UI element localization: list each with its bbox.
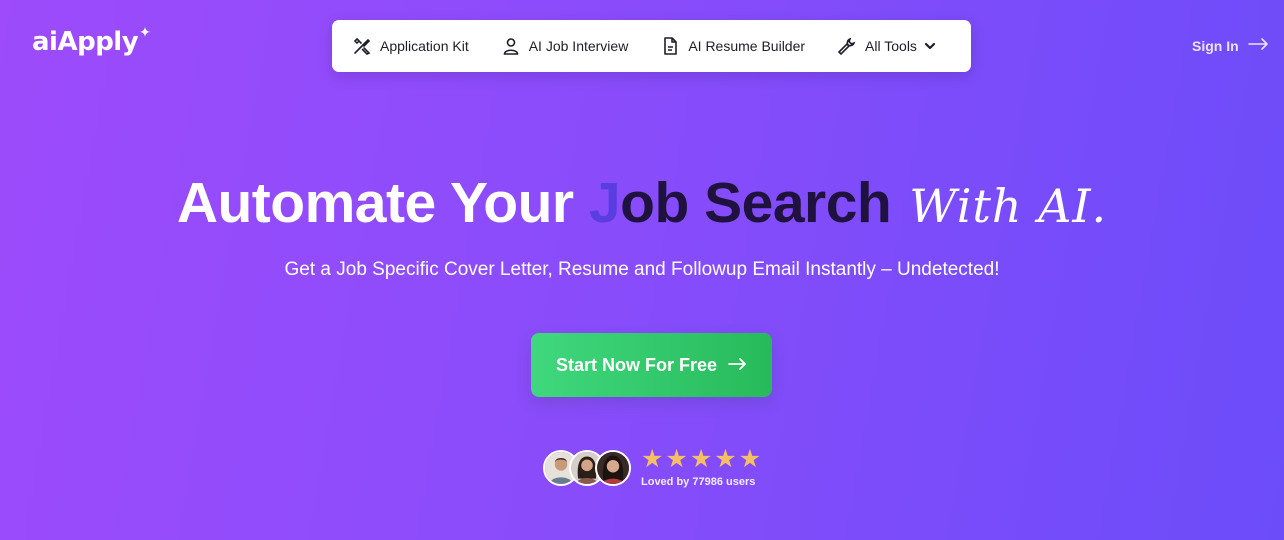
star-icon: ★ [689, 444, 713, 473]
sign-in-link[interactable]: Sign In [1192, 37, 1269, 54]
star-icon: ★ [665, 444, 688, 473]
star-rating: ★ ★ ★ ★ ★ [641, 444, 762, 473]
top-navigation: Application Kit AI Job Interview AI Resu… [332, 20, 971, 72]
sparkle-icon: ✦ [139, 25, 151, 41]
user-avatars [543, 449, 631, 486]
arrow-right-icon [727, 355, 747, 376]
star-icon: ★ [738, 444, 762, 473]
aiapply-logo[interactable]: aiApply ✦ [32, 25, 151, 57]
user-icon [501, 36, 521, 56]
rating: ★ ★ ★ ★ ★ Loved by 77986 users [641, 444, 762, 488]
avatar [595, 449, 631, 486]
nav-ai-resume-builder[interactable]: AI Resume Builder [660, 36, 805, 56]
social-proof: ★ ★ ★ ★ ★ Loved by 77986 users [543, 444, 762, 488]
loved-by-count: Loved by 77986 users [641, 476, 756, 488]
nav-application-kit-label: Application Kit [380, 38, 469, 54]
headline-highlight: ob Search [620, 171, 892, 235]
document-icon [660, 36, 680, 56]
wrench-icon [837, 36, 857, 56]
chevron-down-icon [924, 39, 937, 53]
hero-headline: Automate Your Job Search With AI. [0, 170, 1284, 236]
headline-script: With AI. [909, 179, 1108, 233]
logo-text: aiApply [32, 27, 139, 57]
star-icon: ★ [641, 444, 664, 473]
headline-faded-letter: J [588, 171, 621, 235]
start-now-label: Start Now For Free [555, 354, 718, 375]
nav-application-kit[interactable]: Application Kit [352, 36, 469, 56]
start-now-button[interactable]: Start Now For Free [531, 333, 772, 397]
headline-part-1: Automate Your [176, 171, 589, 235]
tools-icon [352, 36, 372, 56]
sign-in-label: Sign In [1192, 37, 1239, 54]
nav-all-tools[interactable]: All Tools [837, 36, 937, 56]
nav-ai-job-interview[interactable]: AI Job Interview [501, 36, 629, 56]
arrow-right-icon [1247, 37, 1269, 54]
nav-ai-resume-builder-label: AI Resume Builder [688, 38, 806, 54]
nav-all-tools-label: All Tools [865, 38, 917, 54]
hero-subtitle: Get a Job Specific Cover Letter, Resume … [284, 259, 1000, 280]
nav-ai-job-interview-label: AI Job Interview [528, 38, 629, 54]
star-icon: ★ [714, 444, 737, 473]
